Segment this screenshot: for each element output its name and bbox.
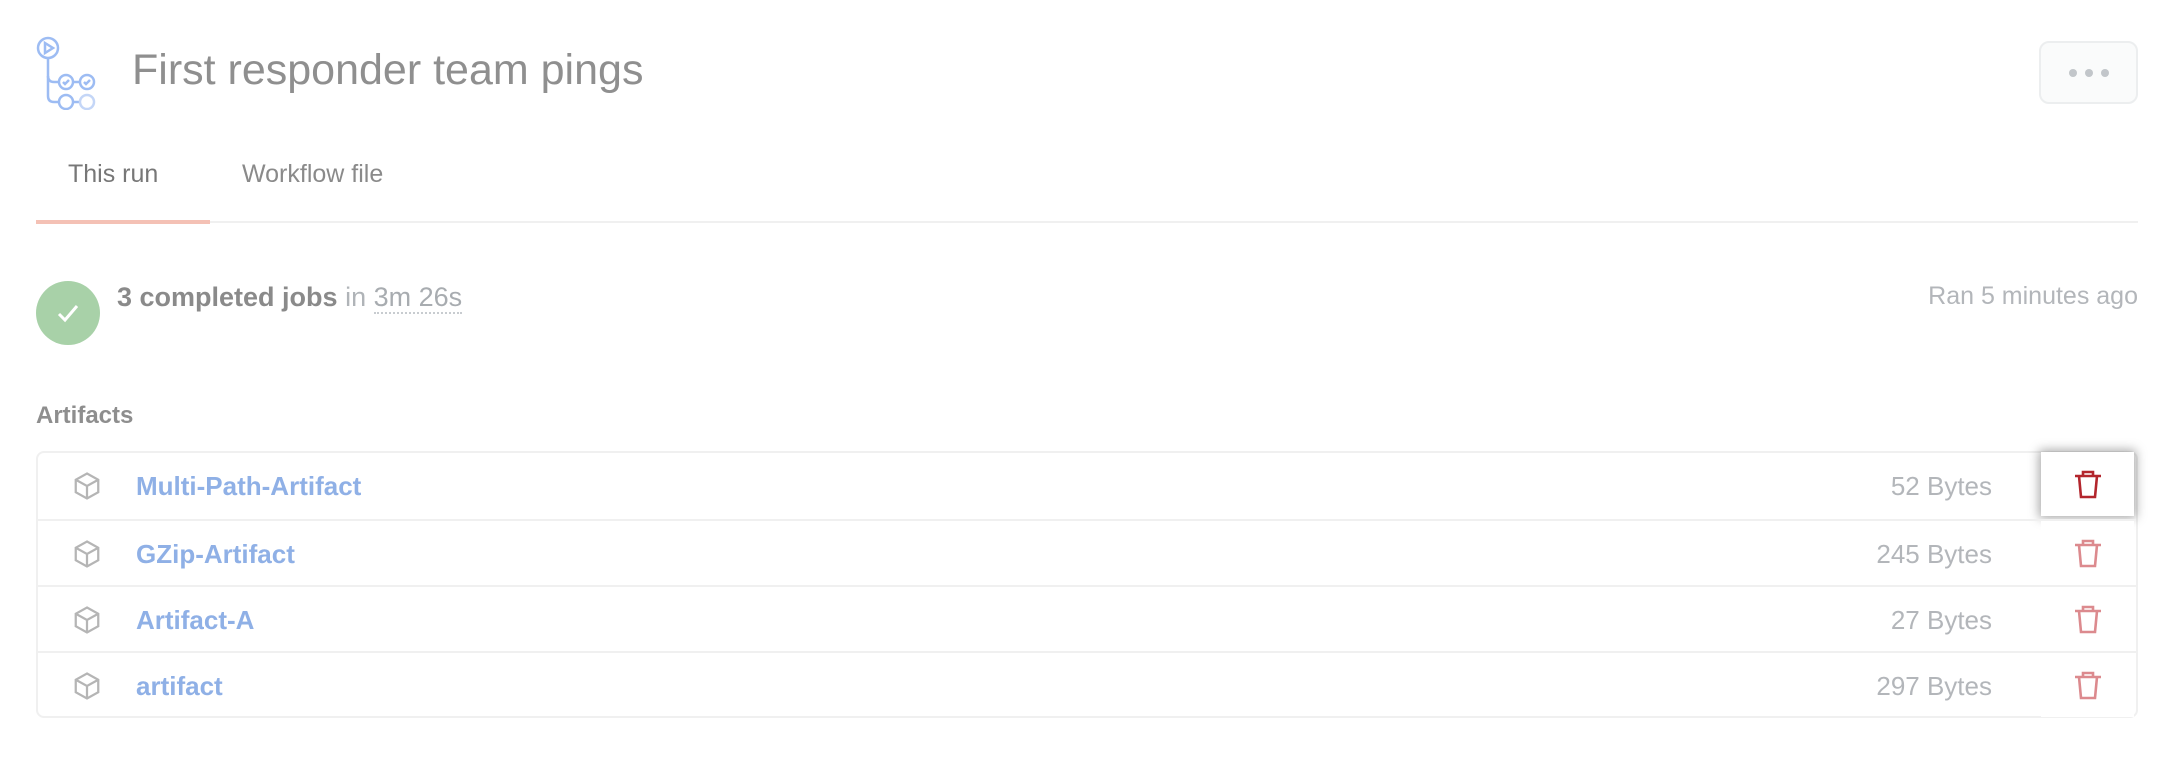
run-duration[interactable]: 3m 26s — [373, 282, 463, 314]
completed-jobs-count: 3 completed jobs — [117, 282, 338, 312]
artifact-row: Multi-Path-Artifact 52 Bytes — [38, 452, 2136, 519]
delete-artifact-button[interactable] — [2041, 587, 2134, 651]
tab-divider — [36, 221, 2138, 223]
ran-timestamp: Ran 5 minutes ago — [1928, 282, 2138, 310]
dot — [2084, 68, 2093, 77]
more-options-button[interactable] — [2039, 41, 2138, 104]
package-icon — [74, 540, 100, 568]
artifact-row: artifact 297 Bytes — [38, 651, 2136, 717]
artifact-size: 52 Bytes — [1890, 471, 1992, 501]
trash-icon — [2074, 539, 2101, 568]
active-tab-indicator — [36, 220, 210, 224]
page-title: First responder team pings — [132, 46, 644, 94]
delete-artifact-button[interactable] — [2041, 653, 2134, 717]
package-icon — [74, 606, 100, 634]
artifact-name-link[interactable]: Multi-Path-Artifact — [136, 471, 361, 502]
success-status-icon — [36, 281, 100, 345]
package-icon — [74, 472, 100, 500]
delete-artifact-button[interactable] — [2041, 452, 2134, 516]
kebab-horizontal-icon — [2068, 68, 2077, 77]
artifact-name-link[interactable]: artifact — [136, 671, 223, 702]
jobs-summary: 3 completed jobs in 3m 26s — [117, 282, 463, 314]
artifact-row: Artifact-A 27 Bytes — [38, 585, 2136, 651]
trash-icon — [2074, 470, 2101, 499]
tab-this-run[interactable]: This run — [68, 160, 158, 189]
artifacts-heading: Artifacts — [36, 402, 134, 429]
package-icon — [74, 672, 100, 700]
delete-artifact-button[interactable] — [2041, 521, 2134, 585]
artifact-size: 27 Bytes — [1890, 605, 1992, 635]
workflow-icon — [36, 36, 96, 110]
artifact-row: GZip-Artifact 245 Bytes — [38, 519, 2136, 585]
artifact-name-link[interactable]: Artifact-A — [136, 605, 254, 636]
artifact-size: 297 Bytes — [1876, 671, 1992, 701]
in-label: in — [345, 282, 367, 312]
artifact-name-link[interactable]: GZip-Artifact — [136, 539, 295, 570]
check-icon — [57, 305, 79, 323]
tab-workflow-file[interactable]: Workflow file — [242, 160, 383, 189]
artifact-size: 245 Bytes — [1876, 539, 1992, 569]
trash-icon — [2074, 671, 2101, 700]
artifacts-list: Multi-Path-Artifact 52 Bytes GZip-Artifa… — [36, 451, 2138, 718]
dot — [2100, 68, 2109, 77]
trash-icon — [2074, 605, 2101, 634]
